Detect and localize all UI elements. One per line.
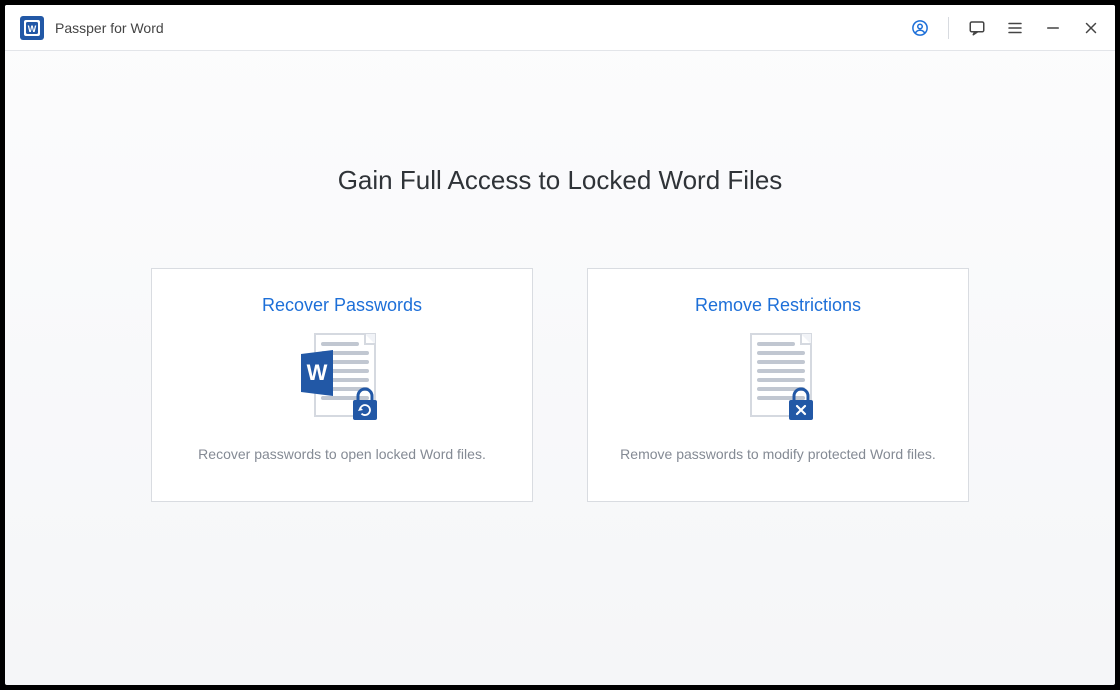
feedback-icon[interactable] (967, 18, 987, 38)
file-restriction-icon (723, 328, 833, 432)
account-icon[interactable] (910, 18, 930, 38)
close-button[interactable] (1081, 18, 1101, 38)
card-remove-title: Remove Restrictions (695, 295, 861, 316)
app-logo-icon: W (19, 15, 45, 41)
separator (948, 17, 949, 39)
page-title: Gain Full Access to Locked Word Files (338, 165, 783, 196)
card-remove-desc: Remove passwords to modify protected Wor… (600, 446, 956, 462)
main-content: Gain Full Access to Locked Word Files Re… (5, 51, 1115, 685)
titlebar: W Passper for Word (5, 5, 1115, 51)
app-window: W Passper for Word (5, 5, 1115, 685)
hamburger-menu-icon[interactable] (1005, 18, 1025, 38)
card-recover-title: Recover Passwords (262, 295, 422, 316)
svg-text:W: W (307, 360, 328, 385)
app-title: Passper for Word (55, 20, 164, 36)
card-recover-passwords[interactable]: Recover Passwords (151, 268, 533, 502)
cards-row: Recover Passwords (151, 268, 969, 502)
word-file-locked-icon: W (287, 328, 397, 432)
card-remove-restrictions[interactable]: Remove Restrictions (587, 268, 969, 502)
svg-text:W: W (28, 24, 37, 34)
minimize-button[interactable] (1043, 18, 1063, 38)
card-recover-desc: Recover passwords to open locked Word fi… (178, 446, 506, 462)
